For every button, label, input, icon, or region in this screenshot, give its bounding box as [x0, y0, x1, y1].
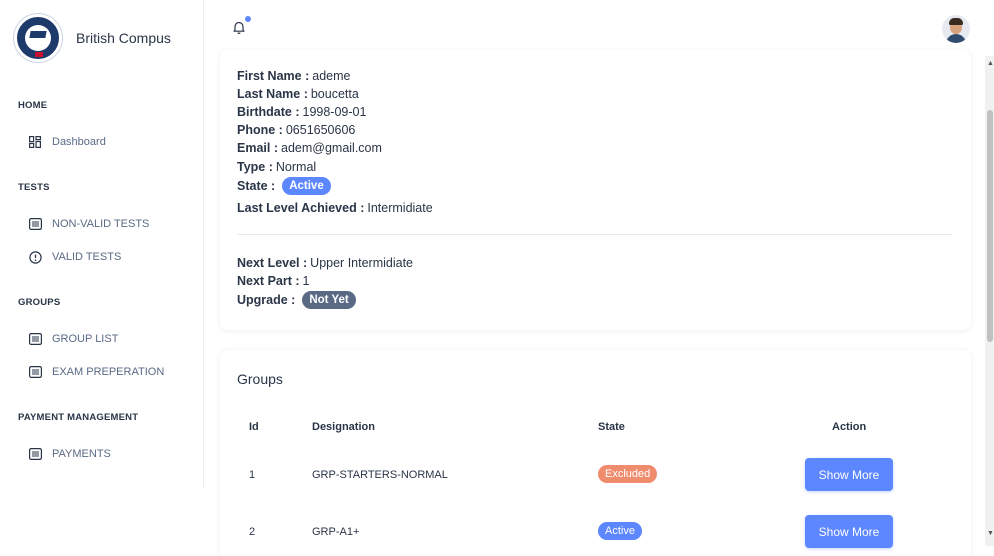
sidebar-item-dashboard[interactable]: Dashboard — [28, 135, 106, 149]
upgrade-badge: Not Yet — [302, 291, 356, 309]
row-designation: GRP-A1+ — [312, 526, 360, 538]
divider — [237, 234, 952, 235]
nav-section-groups: GROUPS — [18, 297, 61, 308]
last-level-value: Intermidiate — [367, 201, 433, 215]
row-id: 1 — [249, 469, 256, 481]
groups-card: Groups Id Designation State Action 1 GRP… — [220, 350, 971, 556]
sidebar-item-non-valid-tests[interactable]: NON-VALID TESTS — [28, 217, 149, 231]
student-info-card: First Name : ademe Last Name : boucetta … — [220, 50, 971, 330]
column-header-id: Id — [249, 421, 259, 433]
last-level-row: Last Level Achieved : Intermidiate — [237, 201, 433, 215]
type-value: Normal — [275, 160, 317, 174]
column-header-designation: Designation — [312, 421, 375, 433]
row-designation: GRP-STARTERS-NORMAL — [312, 469, 448, 481]
row-id: 2 — [249, 526, 256, 538]
sidebar-item-group-list[interactable]: GROUP LIST — [28, 332, 118, 346]
sidebar-item-payments[interactable]: PAYMENTS — [28, 447, 111, 461]
brand[interactable]: British Compus — [14, 14, 171, 62]
email-row: Email : adem@gmail.com — [237, 141, 382, 155]
phone-row: Phone : 0651650606 — [237, 123, 355, 137]
last-name-value: boucetta — [310, 87, 359, 101]
last-name-label: Last Name : — [237, 87, 308, 101]
sidebar-item-exam-preperation[interactable]: EXAM PREPERATION — [28, 365, 164, 379]
next-part-value: 1 — [302, 274, 310, 288]
phone-value: 0651650606 — [285, 123, 356, 137]
state-badge: Active — [282, 177, 331, 195]
sidebar-item-label: NON-VALID TESTS — [52, 218, 150, 230]
birthdate-value: 1998-09-01 — [302, 105, 367, 119]
column-header-action: Action — [832, 421, 867, 433]
first-name-value: ademe — [312, 69, 351, 83]
nav-section-home: HOME — [18, 100, 48, 111]
list-icon — [28, 332, 42, 346]
sidebar-item-valid-tests[interactable]: VALID TESTS — [28, 250, 121, 264]
email-value: adem@gmail.com — [281, 141, 382, 155]
first-name-row: First Name : ademe — [237, 69, 350, 83]
birthdate-label: Birthdate : — [237, 105, 300, 119]
state-label: State : — [237, 179, 276, 193]
list-icon — [28, 365, 42, 379]
show-more-button[interactable]: Show More — [805, 515, 893, 548]
next-part-row: Next Part : 1 — [237, 274, 309, 288]
list-icon — [28, 217, 42, 231]
email-label: Email : — [237, 141, 278, 155]
sidebar-item-label: PAYMENTS — [52, 448, 111, 460]
groups-title: Groups — [237, 371, 283, 387]
show-more-button[interactable]: Show More — [805, 458, 893, 491]
next-part-label: Next Part : — [237, 274, 300, 288]
notification-dot — [245, 16, 251, 22]
last-level-label: Last Level Achieved : — [237, 201, 365, 215]
scrollbar-thumb[interactable] — [987, 110, 993, 342]
nav-section-tests: TESTS — [18, 182, 50, 193]
type-row: Type : Normal — [237, 160, 316, 174]
upgrade-row: Upgrade : Not Yet — [237, 291, 356, 309]
next-level-value: Upper Intermidiate — [310, 256, 413, 270]
sidebar-item-label: GROUP LIST — [52, 333, 119, 345]
alert-circle-icon — [28, 250, 42, 264]
first-name-label: First Name : — [237, 69, 310, 83]
last-name-row: Last Name : boucetta — [237, 87, 359, 101]
next-level-label: Next Level : — [237, 256, 308, 270]
british-campus-logo — [14, 14, 62, 62]
list-icon — [28, 447, 42, 461]
type-label: Type : — [237, 160, 273, 174]
next-level-row: Next Level : Upper Intermidiate — [237, 256, 413, 270]
avatar[interactable] — [942, 15, 970, 43]
scroll-up-icon[interactable]: ▲ — [987, 60, 994, 67]
nav-section-payment-management: PAYMENT MANAGEMENT — [18, 412, 139, 423]
phone-label: Phone : — [237, 123, 283, 137]
sidebar-item-label: VALID TESTS — [52, 251, 122, 263]
sidebar-item-label: EXAM PREPERATION — [52, 366, 165, 378]
brand-name: British Compus — [76, 30, 171, 46]
sidebar: British Compus HOME Dashboard TESTS NON-… — [0, 0, 204, 488]
birthdate-row: Birthdate : 1998-09-01 — [237, 105, 366, 119]
column-header-state: State — [598, 421, 625, 433]
sidebar-item-label: Dashboard — [52, 136, 106, 148]
upgrade-label: Upgrade : — [237, 293, 296, 307]
row-state-badge: Active — [598, 522, 642, 540]
dashboard-icon — [28, 135, 42, 149]
row-state-badge: Excluded — [598, 465, 658, 483]
state-row: State : Active — [237, 177, 331, 195]
scroll-down-icon[interactable]: ▼ — [987, 530, 994, 537]
